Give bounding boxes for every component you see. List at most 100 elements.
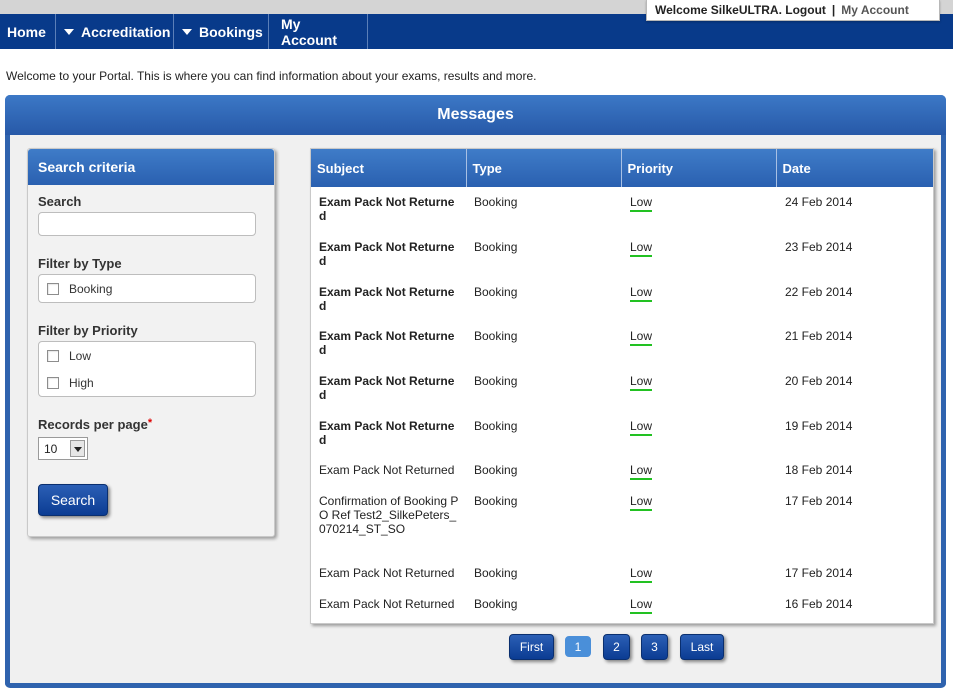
type-option-booking[interactable]: Booking — [39, 275, 255, 302]
table-row[interactable]: Exam Pack Not Returned Booking Low 17 Feb 2… — [311, 558, 933, 589]
message-priority: Low — [630, 240, 653, 257]
nav-bookings[interactable]: Bookings — [174, 14, 269, 49]
message-date: 17 Feb 2014 — [785, 494, 853, 508]
pagination-first-button[interactable]: First — [509, 634, 554, 660]
filter-type-label: Filter by Type — [38, 256, 122, 271]
message-priority-cell: Low — [621, 187, 776, 232]
type-option-label: Booking — [69, 281, 113, 296]
filter-priority-label: Filter by Priority — [38, 323, 138, 338]
message-type: Booking — [474, 566, 518, 580]
message-priority: Low — [630, 329, 653, 346]
message-priority-cell: Low — [621, 411, 776, 455]
welcome-logout-link[interactable]: Welcome SilkeULTRA. Logout — [655, 3, 826, 17]
message-type: Booking — [474, 419, 518, 433]
column-header-priority[interactable]: Priority — [621, 149, 777, 187]
message-priority-cell: Low — [621, 366, 776, 411]
nav-accreditation[interactable]: Accreditation — [56, 14, 174, 49]
message-subject[interactable]: Exam Pack Not Returned — [311, 366, 466, 411]
message-type: Booking — [474, 374, 518, 388]
caret-down-icon — [64, 28, 74, 35]
welcome-box: Welcome SilkeULTRA. Logout | My Account — [646, 0, 940, 21]
message-priority: Low — [630, 597, 653, 614]
checkbox-icon[interactable] — [47, 376, 59, 389]
column-header-subject[interactable]: Subject — [311, 149, 467, 187]
search-criteria-box: Search criteria Search Filter by Type Bo… — [27, 148, 275, 537]
messages-table: Subject Type Priority Date Exam Pack Not… — [311, 149, 933, 620]
message-type: Booking — [474, 285, 518, 299]
pagination-last-button[interactable]: Last — [680, 634, 724, 660]
table-row[interactable]: Exam Pack Not Returned Booking Low 23 Feb 2… — [311, 232, 933, 277]
message-subject[interactable]: Exam Pack Not Returned — [311, 277, 466, 321]
message-subject[interactable]: Exam Pack Not Returned — [311, 411, 466, 455]
search-criteria-title: Search criteria — [28, 149, 274, 185]
search-button[interactable]: Search — [38, 484, 108, 516]
caret-down-icon — [182, 28, 192, 35]
header-separator: | — [831, 3, 836, 17]
message-date: 24 Feb 2014 — [785, 195, 853, 209]
table-row[interactable]: Confirmation of Booking PO Ref Test2_Sil… — [311, 486, 933, 558]
table-row[interactable]: Exam Pack Not Returned Booking Low 19 Feb 2… — [311, 411, 933, 455]
column-header-type[interactable]: Type — [466, 149, 622, 187]
message-date: 18 Feb 2014 — [785, 463, 853, 477]
message-priority-cell: Low — [621, 277, 776, 321]
nav-home[interactable]: Home — [0, 14, 56, 49]
message-priority: Low — [630, 463, 653, 480]
message-priority-cell: Low — [621, 486, 776, 558]
message-date: 23 Feb 2014 — [785, 240, 853, 254]
records-per-page-select[interactable]: 10 — [38, 437, 88, 460]
priority-option-low[interactable]: Low — [39, 342, 255, 369]
table-row[interactable]: Exam Pack Not Returned Booking Low 21 Feb 2… — [311, 321, 933, 366]
type-filter-group: Booking — [38, 274, 256, 303]
required-mark: * — [147, 417, 153, 429]
message-subject[interactable]: Confirmation of Booking PO Ref Test2_Sil… — [311, 486, 466, 558]
records-per-page-label: Records per page* — [38, 417, 152, 432]
message-subject[interactable]: Exam Pack Not Returned — [311, 187, 466, 232]
records-label-text: Records per page — [38, 417, 148, 432]
message-subject[interactable]: Exam Pack Not Returned — [311, 455, 466, 486]
messages-panel: Messages Search criteria Search Filter b… — [5, 95, 946, 688]
message-subject[interactable]: Exam Pack Not Returned — [311, 321, 466, 366]
message-type: Booking — [474, 597, 518, 611]
message-date: 21 Feb 2014 — [785, 329, 853, 343]
table-row[interactable]: Exam Pack Not Returned Booking Low 22 Feb 2… — [311, 277, 933, 321]
message-subject[interactable]: Exam Pack Not Returned — [311, 589, 466, 620]
intro-text: Welcome to your Portal. This is where yo… — [6, 69, 537, 83]
dropdown-arrow-icon[interactable] — [70, 440, 85, 457]
pagination-page-3[interactable]: 3 — [641, 634, 668, 660]
message-subject[interactable]: Exam Pack Not Returned — [311, 232, 466, 277]
checkbox-icon[interactable] — [47, 282, 59, 295]
message-priority: Low — [630, 419, 653, 436]
message-priority-cell: Low — [621, 232, 776, 277]
nav-accreditation-label: Accreditation — [81, 23, 171, 40]
table-row[interactable]: Exam Pack Not Returned Booking Low 18 Feb 2… — [311, 455, 933, 486]
search-label: Search — [38, 194, 82, 209]
message-priority: Low — [630, 494, 653, 511]
message-date: 22 Feb 2014 — [785, 285, 853, 299]
message-priority: Low — [630, 374, 653, 391]
message-priority: Low — [630, 285, 653, 302]
message-priority-cell: Low — [621, 321, 776, 366]
header-my-account-link[interactable]: My Account — [841, 3, 909, 17]
message-type: Booking — [474, 494, 518, 508]
messages-title: Messages — [5, 95, 946, 135]
nav-my-account[interactable]: My Account — [269, 14, 368, 49]
pagination-page-1[interactable]: 1 — [565, 636, 591, 657]
message-type: Booking — [474, 463, 518, 477]
messages-table-body: Exam Pack Not Returned Booking Low 24 Feb 2… — [311, 187, 933, 620]
nav-my-account-label: My Account — [281, 15, 337, 48]
checkbox-icon[interactable] — [47, 349, 59, 362]
message-date: 16 Feb 2014 — [785, 597, 853, 611]
table-header-row: Subject Type Priority Date — [311, 149, 933, 187]
message-type: Booking — [474, 329, 518, 343]
priority-option-high[interactable]: High — [39, 369, 255, 396]
message-date: 17 Feb 2014 — [785, 566, 853, 580]
search-input[interactable] — [38, 212, 256, 236]
priority-option-label: Low — [69, 348, 92, 363]
message-subject[interactable]: Exam Pack Not Returned — [311, 558, 466, 589]
table-row[interactable]: Exam Pack Not Returned Booking Low 20 Feb 2… — [311, 366, 933, 411]
column-header-date[interactable]: Date — [776, 149, 933, 187]
table-row[interactable]: Exam Pack Not Returned Booking Low 16 Feb 2… — [311, 589, 933, 620]
table-row[interactable]: Exam Pack Not Returned Booking Low 24 Feb 2… — [311, 187, 933, 232]
pagination-page-2[interactable]: 2 — [603, 634, 630, 660]
message-date: 19 Feb 2014 — [785, 419, 853, 433]
